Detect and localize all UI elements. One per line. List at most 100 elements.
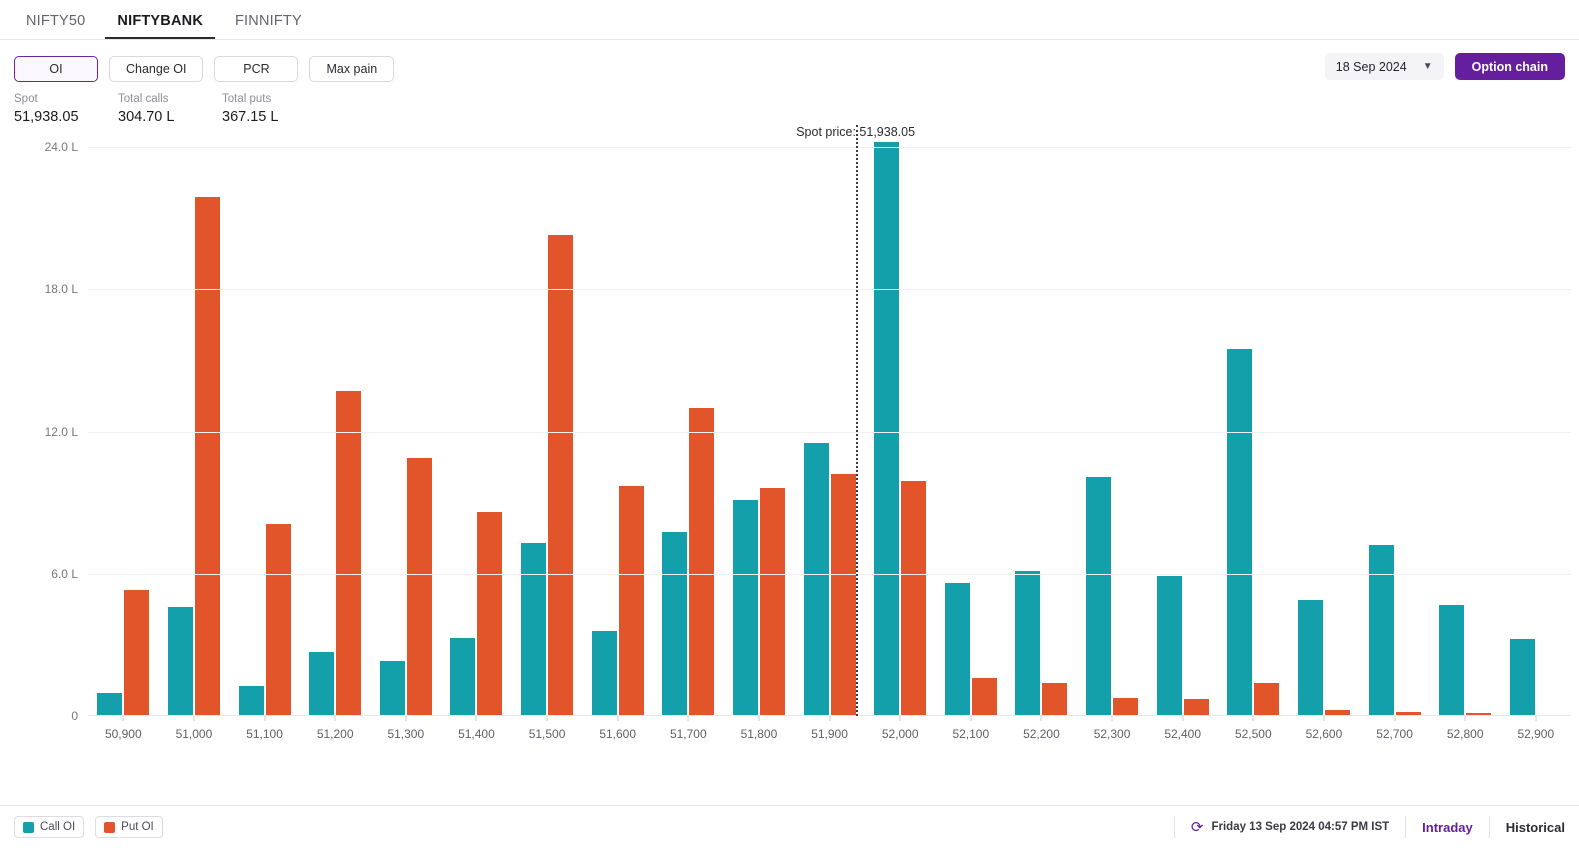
- x-axis-label: 51,500: [528, 727, 566, 741]
- gridline: [88, 289, 1571, 291]
- x-tick-mark: [1252, 716, 1254, 721]
- option-chain-button[interactable]: Option chain: [1454, 53, 1565, 80]
- bar-call[interactable]: [167, 606, 193, 716]
- bar-call[interactable]: [1086, 476, 1112, 716]
- bar-put[interactable]: [1254, 682, 1280, 716]
- gridline: [88, 431, 1571, 433]
- x-axis-label: 52,900: [1517, 727, 1555, 741]
- expiry-value: 18 Sep 2024: [1335, 59, 1407, 74]
- x-axis-label: 52,500: [1234, 727, 1272, 741]
- bar-put[interactable]: [830, 474, 856, 716]
- divider: [1488, 816, 1490, 838]
- y-axis-tick: 24.0 L: [44, 140, 78, 154]
- bar-call[interactable]: [944, 583, 970, 716]
- bar-put[interactable]: [1113, 698, 1139, 716]
- right-controls: 18 Sep 2024 ▼ Option chain: [1324, 53, 1565, 80]
- stat-total-calls: Total calls 304.70 L: [118, 92, 222, 127]
- bar-put[interactable]: [477, 512, 503, 716]
- x-tick-mark: [334, 716, 336, 721]
- x-tick-mark: [1464, 716, 1466, 721]
- x-axis-label: 51,300: [387, 727, 425, 741]
- tab-niftybank[interactable]: NIFTYBANK: [105, 13, 215, 39]
- bar-call[interactable]: [238, 686, 264, 716]
- bar-put[interactable]: [124, 590, 150, 716]
- bar-put[interactable]: [971, 678, 997, 716]
- gridline: [88, 573, 1571, 575]
- legend-swatch: [104, 821, 116, 833]
- x-tick-mark: [1182, 716, 1184, 721]
- bar-call[interactable]: [803, 443, 829, 716]
- bar-put[interactable]: [901, 481, 927, 716]
- plot-area: 0 6.0 L 12.0 L 18.0 L 24.0 L Spot price: 51,9…: [45, 125, 1571, 723]
- chart-legend: Call OI Put OI: [14, 816, 163, 838]
- view-button-oi[interactable]: OI: [14, 56, 98, 82]
- gridline: [88, 147, 1571, 148]
- x-tick-mark: [687, 716, 689, 721]
- view-button-max-pain[interactable]: Max pain: [309, 56, 395, 82]
- bar-call[interactable]: [379, 661, 405, 716]
- y-axis-tick: 18.0 L: [44, 282, 78, 297]
- footer-link-intraday[interactable]: Intraday: [1422, 820, 1473, 835]
- view-button-change-oi[interactable]: Change OI: [109, 56, 204, 82]
- tab-nifty50[interactable]: NIFTY50: [14, 13, 97, 40]
- bar-call[interactable]: [1509, 638, 1535, 716]
- x-tick-mark: [1111, 716, 1113, 721]
- bar-put[interactable]: [689, 407, 715, 716]
- bar-put[interactable]: [336, 391, 362, 716]
- bar-call[interactable]: [874, 142, 900, 716]
- y-axis-tick: 12.0 L: [44, 424, 78, 439]
- expiry-dropdown[interactable]: 18 Sep 2024 ▼: [1324, 53, 1444, 80]
- bar-put[interactable]: [1183, 699, 1209, 716]
- x-axis-label: 52,300: [1093, 727, 1131, 741]
- bar-call[interactable]: [521, 542, 547, 716]
- bar-call[interactable]: [450, 637, 476, 716]
- bar-put[interactable]: [194, 196, 220, 716]
- bar-put[interactable]: [1042, 682, 1068, 716]
- bar-put[interactable]: [548, 234, 574, 716]
- x-axis-label: 51,700: [669, 727, 707, 741]
- bar-call[interactable]: [1368, 545, 1394, 716]
- bar-put[interactable]: [759, 488, 785, 716]
- x-tick-mark: [546, 716, 548, 721]
- x-axis-labels: 50,900 51,000 51,100 51,200 51,300 51,400 51,5…: [88, 727, 1571, 741]
- x-tick-mark: [475, 716, 477, 721]
- bar-put[interactable]: [618, 486, 644, 716]
- bar-call[interactable]: [309, 652, 335, 716]
- stat-spot: Spot 51,938.05: [14, 92, 118, 127]
- tab-finnifty[interactable]: FINNIFTY: [223, 13, 314, 40]
- stat-label: Total calls: [118, 93, 169, 105]
- bar-call[interactable]: [1156, 576, 1182, 716]
- x-axis-label: 51,600: [599, 727, 637, 741]
- bar-call[interactable]: [1297, 599, 1323, 716]
- bar-call[interactable]: [1227, 348, 1253, 716]
- legend-item-put-oi[interactable]: Put OI: [95, 816, 163, 838]
- refresh-icon[interactable]: ⟳: [1191, 820, 1204, 835]
- view-button-pcr[interactable]: PCR: [214, 56, 299, 82]
- bar-call[interactable]: [662, 532, 688, 716]
- bar-call[interactable]: [591, 630, 617, 716]
- bar-call[interactable]: [97, 693, 123, 716]
- bar-call[interactable]: [732, 500, 758, 716]
- footer-link-historical[interactable]: Historical: [1506, 820, 1565, 835]
- x-axis-label: 52,800: [1446, 727, 1484, 741]
- x-tick-mark: [264, 716, 266, 721]
- x-axis-label: 52,100: [952, 727, 990, 741]
- x-axis-label: 51,800: [740, 727, 778, 741]
- legend-swatch: [23, 821, 34, 833]
- last-updated-timestamp: Friday 13 Sep 2024 04:57 PM IST: [1211, 821, 1390, 833]
- summary-stats: Spot 51,938.05 Total calls 304.70 L Total pu…: [0, 85, 1579, 127]
- x-axis-label: 50,900: [104, 727, 142, 741]
- legend-label: Call OI: [40, 821, 76, 833]
- bar-put[interactable]: [406, 457, 432, 716]
- bar-put[interactable]: [265, 523, 291, 716]
- legend-item-call-oi[interactable]: Call OI: [14, 816, 85, 838]
- oi-chart: 0 6.0 L 12.0 L 18.0 L 24.0 L Spot price: 51,9…: [0, 125, 1579, 781]
- x-axis-label: 52,400: [1164, 727, 1202, 741]
- x-tick-mark: [899, 716, 901, 721]
- bar-call[interactable]: [1439, 604, 1465, 716]
- bar-call[interactable]: [1015, 571, 1041, 716]
- x-tick-mark: [829, 716, 831, 721]
- legend-label: Put OI: [121, 821, 154, 833]
- x-tick-mark: [1535, 716, 1537, 721]
- x-tick-mark: [1040, 716, 1042, 721]
